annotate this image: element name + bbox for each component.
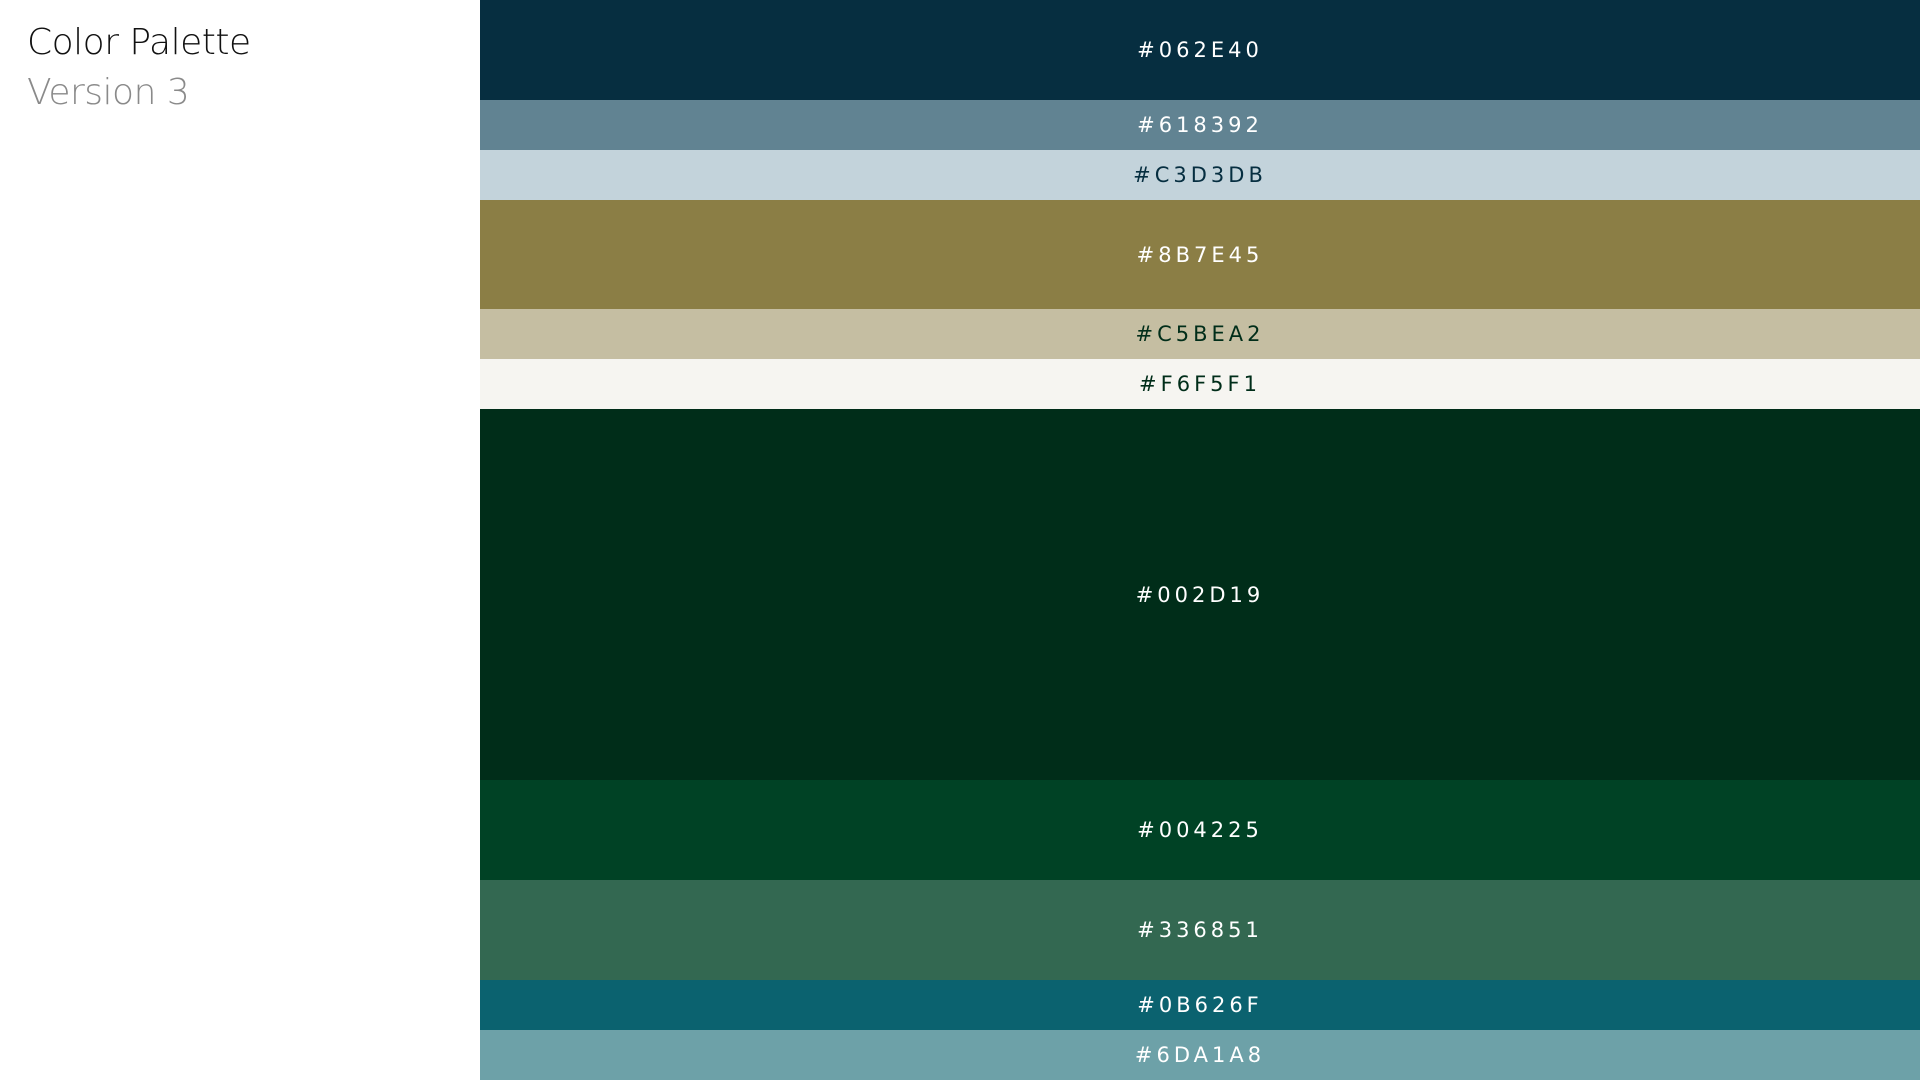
swatch[interactable]: #336851 xyxy=(480,880,1920,980)
swatch[interactable]: #618392 xyxy=(480,100,1920,150)
page-subtitle: Version 3 xyxy=(27,72,190,113)
swatch[interactable]: #6DA1A8 xyxy=(480,1030,1920,1080)
swatch[interactable]: #C3D3DB xyxy=(480,150,1920,200)
swatch-label: #0B626F xyxy=(1137,993,1263,1017)
swatch[interactable]: #0B626F xyxy=(480,980,1920,1030)
palette-page: Color Palette Version 3 #062E40 #618392 … xyxy=(0,0,1920,1080)
swatch-label: #062E40 xyxy=(1137,38,1263,62)
sidebar: Color Palette Version 3 xyxy=(0,0,480,1080)
swatch-label: #F6F5F1 xyxy=(1139,372,1261,396)
swatch-label: #8B7E45 xyxy=(1136,242,1264,267)
swatch-label: #002D19 xyxy=(1135,582,1265,607)
swatch[interactable]: #F6F5F1 xyxy=(480,359,1920,409)
swatch-label: #C5BEA2 xyxy=(1135,322,1265,346)
swatch[interactable]: #062E40 xyxy=(480,0,1920,100)
swatch-list: #062E40 #618392 #C3D3DB #8B7E45 #C5BEA2 … xyxy=(480,0,1920,1080)
swatch-label: #004225 xyxy=(1137,818,1263,842)
swatch-label: #6DA1A8 xyxy=(1134,1043,1266,1067)
swatch[interactable]: #004225 xyxy=(480,780,1920,880)
swatch[interactable]: #C5BEA2 xyxy=(480,309,1920,359)
page-title: Color Palette xyxy=(27,22,251,63)
swatch-label: #618392 xyxy=(1137,113,1263,137)
swatch-label: #C3D3DB xyxy=(1133,163,1267,187)
swatch[interactable]: #002D19 xyxy=(480,409,1920,780)
swatch-label: #336851 xyxy=(1137,918,1263,942)
swatch[interactable]: #8B7E45 xyxy=(480,200,1920,309)
